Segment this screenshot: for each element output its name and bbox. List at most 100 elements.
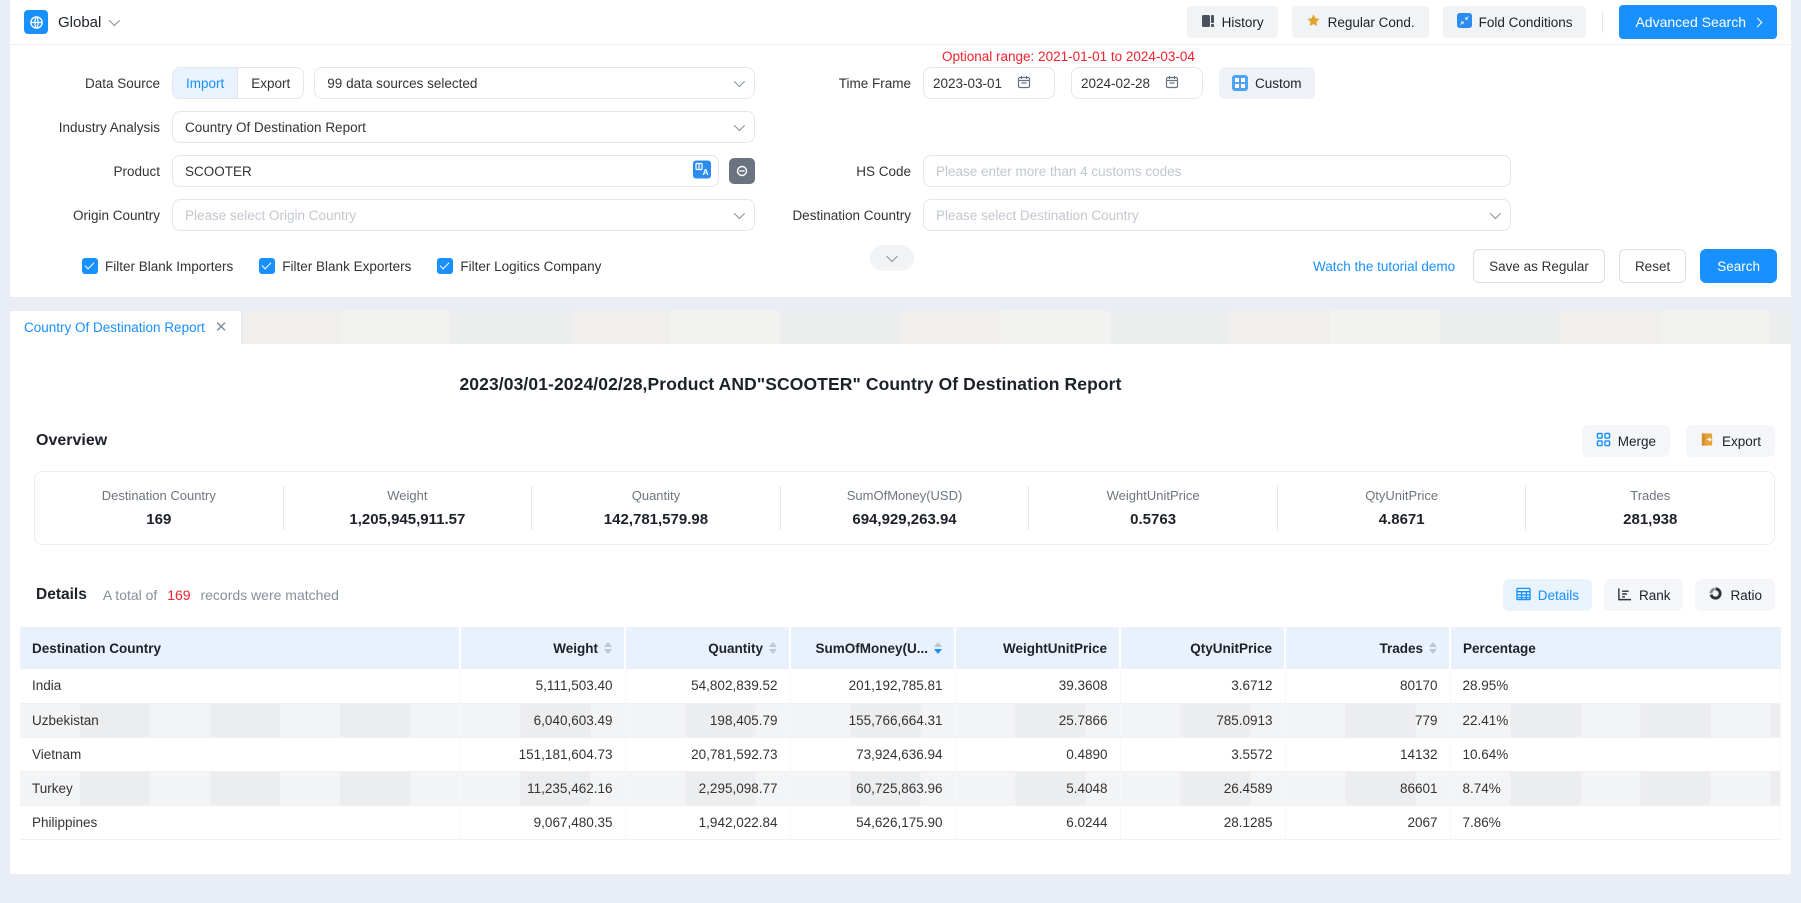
checkbox-icon[interactable]: [437, 258, 453, 274]
cell-sumofmoney-u: 73,924,636.94: [790, 737, 955, 771]
cell-weight: 5,111,503.40: [460, 669, 625, 703]
search-button[interactable]: Search: [1700, 249, 1777, 283]
export-tab[interactable]: Export: [237, 68, 303, 98]
collapse-conditions-button[interactable]: [870, 245, 914, 271]
checkbox-filter-logitics-company[interactable]: Filter Logitics Company: [437, 258, 601, 274]
date-end-input[interactable]: [1081, 76, 1165, 91]
view-ratio-button[interactable]: Ratio: [1695, 579, 1775, 611]
overview-stat-qtyunitprice: QtyUnitPrice4.8671: [1277, 486, 1526, 530]
close-icon[interactable]: ✕: [215, 320, 228, 335]
export-button[interactable]: Export: [1686, 425, 1775, 457]
advanced-search-button[interactable]: Advanced Search: [1619, 5, 1777, 39]
cell-percentage: 8.74%: [1450, 771, 1781, 805]
result-tab-strip: Country Of Destination Report ✕: [10, 311, 1791, 344]
column-header-destination-country: Destination Country: [20, 627, 460, 669]
history-button[interactable]: History: [1187, 6, 1278, 38]
column-header-weightunitprice: WeightUnitPrice: [955, 627, 1120, 669]
origin-country-select[interactable]: Please select Origin Country: [172, 199, 755, 231]
date-start-input[interactable]: [933, 76, 1017, 91]
chevron-down-icon[interactable]: [109, 15, 120, 26]
sort-icon[interactable]: [604, 642, 612, 654]
fold-conditions-button[interactable]: Fold Conditions: [1443, 6, 1587, 38]
destination-country-select[interactable]: Please select Destination Country: [923, 199, 1511, 231]
date-end-field[interactable]: [1071, 67, 1203, 99]
exclude-keyword-icon[interactable]: [729, 158, 755, 184]
product-input[interactable]: [172, 155, 719, 187]
cell-qtyunitprice: 28.1285: [1120, 805, 1285, 839]
region-selector-label[interactable]: Global: [58, 14, 101, 31]
column-header-weight[interactable]: Weight: [460, 627, 625, 669]
cell-sumofmoney-u: 60,725,863.96: [790, 771, 955, 805]
import-tab[interactable]: Import: [173, 68, 237, 98]
reset-button[interactable]: Reset: [1619, 249, 1686, 283]
column-header-quantity[interactable]: Quantity: [625, 627, 790, 669]
table-row-india: India5,111,503.4054,802,839.52201,192,78…: [20, 669, 1781, 703]
checkbox-icon[interactable]: [82, 258, 98, 274]
cell-destination-country: Turkey: [20, 771, 460, 805]
overview-heading: Overview: [36, 432, 107, 450]
chevron-right-icon: [1753, 17, 1763, 27]
column-header-trades[interactable]: Trades: [1285, 627, 1450, 669]
cell-percentage: 7.86%: [1450, 805, 1781, 839]
product-label: Product: [10, 164, 160, 179]
checkbox-filter-blank-importers[interactable]: Filter Blank Importers: [82, 258, 233, 274]
translate-icon[interactable]: A: [693, 161, 711, 182]
cell-weightunitprice: 25.7866: [955, 703, 1120, 737]
overview-stat-row: Destination Country169Weight1,205,945,91…: [34, 471, 1775, 545]
cell-quantity: 54,802,839.52: [625, 669, 790, 703]
table-row-vietnam: Vietnam151,181,604.7320,781,592.7373,924…: [20, 737, 1781, 771]
chevron-down-icon: [734, 120, 745, 131]
sort-icon[interactable]: [1429, 642, 1437, 654]
data-source-select[interactable]: 99 data sources selected: [314, 67, 755, 99]
cell-destination-country: Vietnam: [20, 737, 460, 771]
view-rank-button[interactable]: Rank: [1604, 579, 1684, 611]
rank-icon: [1617, 587, 1632, 604]
hs-code-label: HS Code: [755, 164, 911, 179]
cell-qtyunitprice: 3.5572: [1120, 737, 1285, 771]
globe-icon[interactable]: [24, 10, 48, 34]
overview-stat-trades: Trades281,938: [1525, 486, 1774, 530]
cell-qtyunitprice: 785.0913: [1120, 703, 1285, 737]
date-start-field[interactable]: [923, 67, 1055, 99]
cell-weight: 11,235,462.16: [460, 771, 625, 805]
industry-analysis-select[interactable]: Country Of Destination Report: [172, 111, 755, 143]
cell-destination-country: Uzbekistan: [20, 703, 460, 737]
chevron-down-icon: [734, 76, 745, 87]
custom-range-button[interactable]: Custom: [1219, 67, 1315, 99]
top-bar: Global History Regular Cond. Fold Condit…: [10, 0, 1791, 44]
regular-cond-button[interactable]: Regular Cond.: [1292, 6, 1429, 38]
column-header-percentage: Percentage: [1450, 627, 1781, 669]
cell-weightunitprice: 39.3608: [955, 669, 1120, 703]
merge-icon: [1596, 432, 1611, 450]
data-source-label: Data Source: [10, 76, 160, 91]
sort-icon[interactable]: [769, 642, 777, 654]
tutorial-link[interactable]: Watch the tutorial demo: [1313, 259, 1455, 274]
merge-button[interactable]: Merge: [1582, 425, 1670, 457]
page-root: Global History Regular Cond. Fold Condit…: [10, 0, 1791, 874]
cell-destination-country: India: [20, 669, 460, 703]
chevron-down-icon: [734, 208, 745, 219]
cell-trades: 86601: [1285, 771, 1450, 805]
tab-country-of-destination-report[interactable]: Country Of Destination Report ✕: [10, 311, 242, 344]
save-as-regular-button[interactable]: Save as Regular: [1473, 249, 1605, 283]
table-row-philippines: Philippines9,067,480.351,942,022.8454,62…: [20, 805, 1781, 839]
column-header-sumofmoney-u[interactable]: SumOfMoney(U...: [790, 627, 955, 669]
cell-quantity: 20,781,592.73: [625, 737, 790, 771]
view-details-button[interactable]: Details: [1503, 579, 1592, 611]
industry-analysis-label: Industry Analysis: [10, 120, 160, 135]
export-icon: [1700, 432, 1715, 450]
sort-icon[interactable]: [934, 642, 942, 654]
overview-stat-quantity: Quantity142,781,579.98: [531, 486, 780, 530]
cell-quantity: 1,942,022.84: [625, 805, 790, 839]
checkbox-filter-blank-exporters[interactable]: Filter Blank Exporters: [259, 258, 411, 274]
match-prefix: A total of: [103, 587, 157, 603]
calendar-icon: [1165, 75, 1179, 92]
checkbox-icon[interactable]: [259, 258, 275, 274]
column-header-qtyunitprice: QtyUnitPrice: [1120, 627, 1285, 669]
cell-weight: 6,040,603.49: [460, 703, 625, 737]
hs-code-input[interactable]: [923, 155, 1511, 187]
cell-trades: 2067: [1285, 805, 1450, 839]
custom-icon: [1232, 75, 1248, 91]
cell-percentage: 10.64%: [1450, 737, 1781, 771]
table-header-row: Destination CountryWeightQuantitySumOfMo…: [20, 627, 1781, 669]
